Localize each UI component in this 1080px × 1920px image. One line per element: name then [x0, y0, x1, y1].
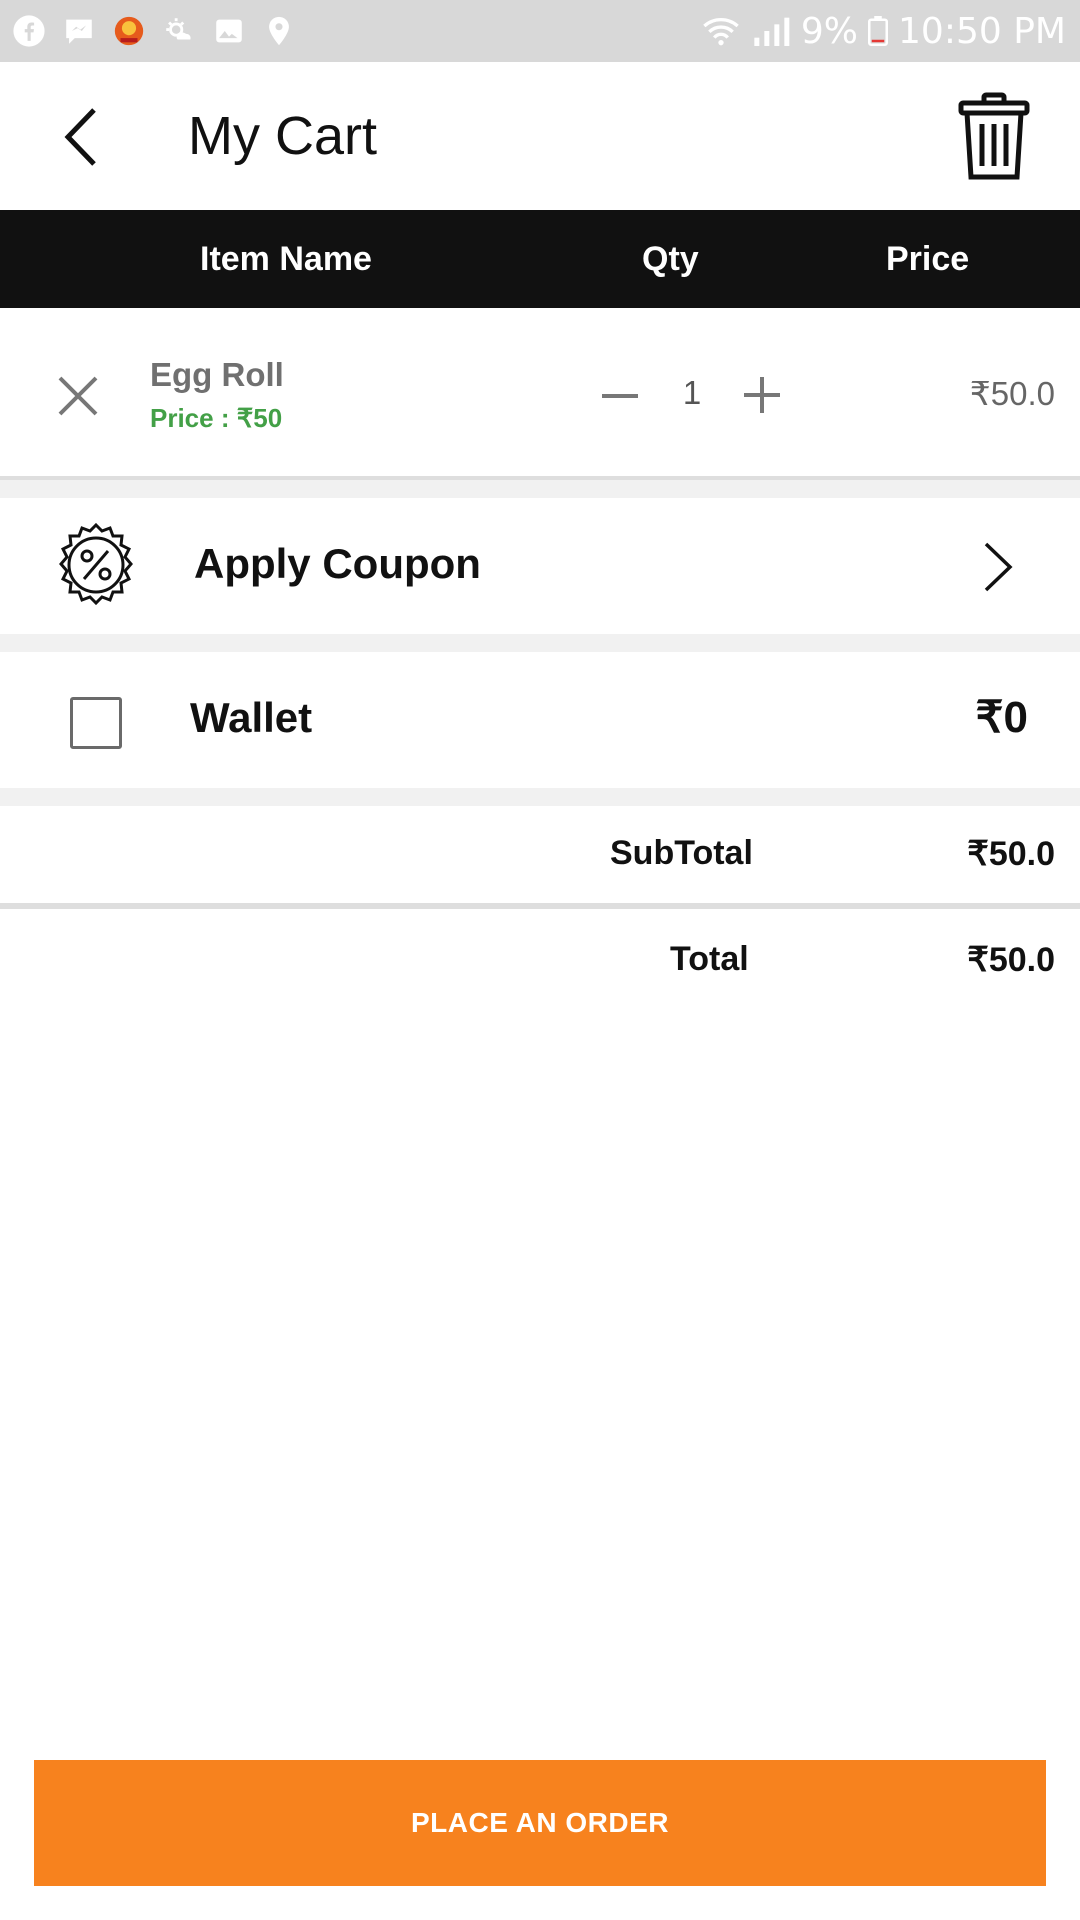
page-title: My Cart	[188, 106, 377, 166]
weather-icon	[166, 18, 191, 40]
cart-column-header: Item Name Qty Price	[0, 210, 1080, 308]
qty-increase-button[interactable]	[740, 373, 784, 417]
item-name: Egg Roll	[150, 356, 284, 393]
total-value: ₹50.0	[967, 941, 1055, 979]
subtotal-label: SubTotal	[610, 834, 753, 872]
place-order-button[interactable]: PLACE AN ORDER	[34, 1760, 1046, 1886]
item-unit-price: Price : ₹50	[150, 403, 283, 433]
apply-coupon-row[interactable]	[0, 498, 1080, 634]
item-total-price: ₹50.0	[969, 375, 1055, 412]
back-button[interactable]	[50, 100, 110, 174]
discount-badge-icon	[52, 521, 140, 609]
trash-icon	[958, 92, 1030, 180]
section-gap	[0, 788, 1080, 806]
remove-item-button[interactable]	[54, 372, 102, 420]
total-label: Total	[670, 940, 749, 978]
signal-icon	[754, 17, 790, 46]
totals-divider	[0, 903, 1080, 909]
location-icon	[269, 16, 289, 46]
close-icon	[58, 376, 98, 416]
gallery-icon	[216, 19, 242, 43]
chevron-right-icon	[980, 540, 1016, 594]
status-bar-system: 9% 10:50 PM	[701, 8, 1066, 54]
wifi-icon	[703, 18, 739, 46]
wallet-amount: ₹0	[975, 693, 1028, 742]
facebook-icon	[13, 15, 45, 47]
messenger-icon	[66, 19, 92, 44]
column-qty: Qty	[642, 240, 699, 278]
chevron-left-icon	[64, 108, 96, 166]
column-item-name: Item Name	[200, 240, 372, 278]
column-price: Price	[886, 240, 970, 278]
wallet-row	[0, 652, 1080, 788]
wallet-label: Wallet	[190, 694, 313, 741]
plus-icon	[744, 377, 780, 413]
battery-icon	[868, 16, 889, 46]
wallet-checkbox[interactable]	[70, 697, 122, 749]
app-icon	[114, 16, 144, 46]
status-bar-notifications	[12, 12, 296, 50]
battery-percentage: 9%	[800, 10, 859, 52]
minus-icon	[602, 394, 638, 398]
apply-coupon-label: Apply Coupon	[194, 540, 481, 587]
clear-cart-button[interactable]	[958, 92, 1030, 182]
status-time: 10:50 PM	[898, 10, 1066, 52]
subtotal-value: ₹50.0	[967, 835, 1055, 873]
qty-value: 1	[682, 374, 702, 411]
app-bar	[0, 62, 1080, 210]
section-gap	[0, 634, 1080, 652]
section-gap	[0, 480, 1080, 498]
qty-decrease-button[interactable]	[598, 376, 642, 416]
